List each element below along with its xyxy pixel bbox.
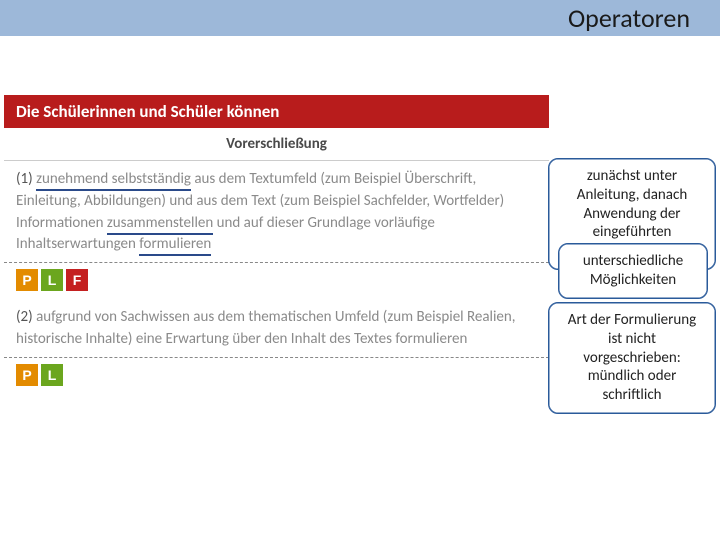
item-number: (1) xyxy=(16,170,33,188)
badge-p: P xyxy=(16,364,38,386)
item2-text: aufgrund von Sachwissen aus dem thematis… xyxy=(16,308,516,348)
competency-item-2: (2) aufgrund von Sachwissen aus dem them… xyxy=(4,299,549,358)
badge-p: P xyxy=(16,269,38,291)
operator-phrase-1c: formulieren xyxy=(139,235,211,256)
page-title: Operatoren xyxy=(568,2,690,34)
curriculum-header: Die Schülerinnen und Schüler können xyxy=(4,95,549,128)
badge-row-1: P L F xyxy=(4,263,549,299)
callout-possibilities: unterschiedliche Möglichkeiten xyxy=(558,243,708,299)
badge-row-2: P L xyxy=(4,358,549,394)
section-label: Vorerschließung xyxy=(4,128,549,161)
competency-item-1: (1) zunehmend selbstständig aus dem Text… xyxy=(4,161,549,263)
callout-formulation: Art der Formulierung ist nicht vorgeschr… xyxy=(548,302,716,414)
badge-f: F xyxy=(66,269,88,291)
title-bar: Operatoren xyxy=(0,0,720,36)
badge-l: L xyxy=(41,269,63,291)
content-panel: Die Schülerinnen und Schüler können Vore… xyxy=(4,95,549,394)
operator-phrase-1a: zunehmend selbstständig xyxy=(36,170,191,191)
operator-phrase-1b: zusammenstellen xyxy=(107,214,213,235)
item-number: (2) xyxy=(16,308,33,326)
badge-l: L xyxy=(41,364,63,386)
